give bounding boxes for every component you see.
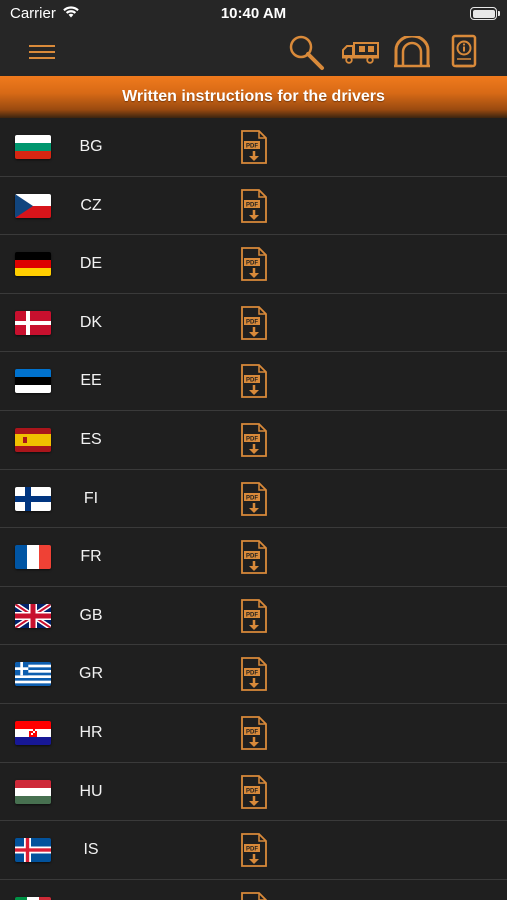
pdf-download-icon[interactable]: PDF [240,305,268,340]
country-code: EE [80,372,102,390]
country-code: IS [83,841,99,859]
country-row[interactable]: BG PDF [0,118,507,177]
country-code: FR [80,548,102,566]
svg-text:PDF: PDF [246,847,258,853]
country-code: GR [79,665,103,683]
flag-hu-icon [15,779,51,804]
country-row[interactable]: GR PDF [0,645,507,704]
flag-bg-icon [15,135,51,159]
country-code: DE [79,255,103,273]
pdf-download-icon[interactable]: PDF [240,423,268,457]
country-row[interactable]: IS PDF [0,821,507,880]
svg-text:PDF: PDF [246,554,258,560]
country-row[interactable]: CZ PDF [0,176,507,236]
svg-text:PDF: PDF [246,671,258,677]
pdf-download-icon[interactable]: PDF [240,716,268,750]
country-list: BG PDF CZ PDF DE PDF DK PDF EE PDF ES PDF FI PDF FR PDF… [0,118,507,900]
country-code: ES [80,430,102,448]
flag-dk-icon [15,310,51,335]
svg-text:PDF: PDF [246,144,258,150]
country-row[interactable]: PDF [0,879,507,900]
truck-icon[interactable] [338,28,382,76]
country-code [62,880,120,900]
country-code: HU [79,782,103,800]
country-row[interactable]: GB PDF [0,586,507,646]
pdf-download-icon[interactable]: PDF [240,598,268,633]
flag-fi-icon [15,486,51,511]
tunnel-icon[interactable] [390,28,434,76]
info-book-icon[interactable] [446,28,482,76]
country-code: CZ [80,196,102,214]
svg-text:PDF: PDF [246,495,258,501]
country-code: FI [83,489,99,507]
country-code: HR [79,723,103,741]
pdf-download-icon[interactable]: PDF [240,130,268,164]
pdf-download-icon[interactable]: PDF [240,891,268,900]
flag-hr-icon [15,720,51,745]
flag-fr-icon [15,545,51,570]
battery-icon [470,7,500,20]
svg-text:PDF: PDF [246,202,258,208]
search-icon[interactable] [284,28,328,76]
svg-text:PDF: PDF [246,261,258,267]
flag-gr-icon [15,662,51,687]
country-row[interactable]: EE PDF [0,352,507,411]
clock: 10:40 AM [220,5,287,22]
flag-ee-icon [15,369,51,394]
status-bar: Carrier 10:40 AM [0,0,507,28]
country-code: BG [79,138,103,155]
flag-gb-icon [15,603,51,628]
pdf-download-icon[interactable]: PDF [240,833,268,868]
country-code: GB [79,606,103,624]
country-row[interactable]: FR PDF [0,528,507,587]
pdf-download-icon[interactable]: PDF [240,247,268,282]
pdf-download-icon[interactable]: PDF [240,364,268,399]
flag-de-icon [15,252,51,277]
navigation-bar [0,28,507,76]
flag-cz-icon [15,193,51,218]
svg-text:PDF: PDF [246,378,258,384]
svg-text:PDF: PDF [246,436,258,442]
country-row[interactable]: FI PDF [0,469,507,529]
svg-text:PDF: PDF [246,729,258,735]
country-row[interactable]: HU PDF [0,762,507,822]
pdf-download-icon[interactable]: PDF [240,774,268,809]
pdf-download-icon[interactable]: PDF [240,540,268,575]
pdf-download-icon[interactable]: PDF [240,657,268,692]
page-title: Written instructions for the drivers [0,76,507,118]
country-code: DK [79,313,103,331]
menu-icon[interactable] [22,28,62,76]
pdf-download-icon[interactable]: PDF [240,188,268,223]
svg-text:PDF: PDF [246,612,258,618]
country-row[interactable]: DE PDF [0,235,507,294]
country-row[interactable]: HR PDF [0,703,507,763]
pdf-download-icon[interactable]: PDF [240,481,268,516]
country-row[interactable]: ES PDF [0,410,507,470]
svg-text:PDF: PDF [246,319,258,325]
svg-text:PDF: PDF [246,788,258,794]
flag-is-icon [15,838,51,863]
country-row[interactable]: DK PDF [0,293,507,353]
flag-es-icon [15,427,51,452]
